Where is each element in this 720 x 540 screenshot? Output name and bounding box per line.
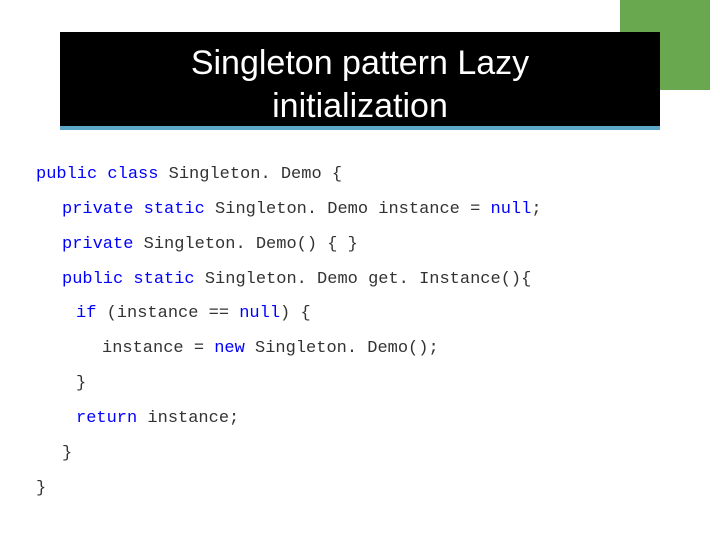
code-line-10: } — [36, 472, 680, 507]
code-text: ; — [531, 200, 541, 219]
code-line-3: private Singleton. Demo() { } — [36, 228, 680, 263]
code-line-4: public static Singleton. Demo get. Insta… — [36, 263, 680, 298]
code-line-6: instance = new Singleton. Demo(); — [36, 332, 680, 367]
keyword: new — [214, 339, 245, 358]
keyword: static — [144, 200, 205, 219]
keyword: public — [36, 165, 97, 184]
code-text: } — [36, 479, 46, 498]
code-line-5: if (instance == null) { — [36, 297, 680, 332]
slide-title: Singleton pattern Lazy initialization — [60, 42, 660, 127]
code-line-1: public class Singleton. Demo { — [36, 158, 680, 193]
keyword: public — [62, 270, 123, 289]
code-text: Singleton. Demo get. Instance(){ — [195, 270, 532, 289]
code-text — [97, 165, 107, 184]
code-text: (instance == — [96, 304, 239, 323]
code-block: public class Singleton. Demo { private s… — [36, 158, 680, 506]
title-line-1: Singleton pattern Lazy — [191, 44, 529, 82]
title-line-2: initialization — [272, 87, 448, 125]
code-line-2: private static Singleton. Demo instance … — [36, 193, 680, 228]
code-line-7: } — [36, 367, 680, 402]
code-text: ) { — [280, 304, 311, 323]
keyword: return — [76, 409, 137, 428]
keyword: class — [107, 165, 158, 184]
keyword: private — [62, 200, 133, 219]
keyword: static — [133, 270, 194, 289]
code-text: } — [76, 374, 86, 393]
code-text — [133, 200, 143, 219]
code-line-8: return instance; — [36, 402, 680, 437]
code-text: } — [62, 444, 72, 463]
code-text: Singleton. Demo { — [158, 165, 342, 184]
code-text: Singleton. Demo(); — [245, 339, 439, 358]
keyword: null — [491, 200, 532, 219]
code-line-9: } — [36, 437, 680, 472]
keyword: if — [76, 304, 96, 323]
code-text: Singleton. Demo() { } — [133, 235, 357, 254]
keyword: null — [239, 304, 280, 323]
code-text: instance; — [137, 409, 239, 428]
keyword: private — [62, 235, 133, 254]
code-text: instance = — [102, 339, 214, 358]
code-text: Singleton. Demo instance = — [205, 200, 491, 219]
code-text — [123, 270, 133, 289]
